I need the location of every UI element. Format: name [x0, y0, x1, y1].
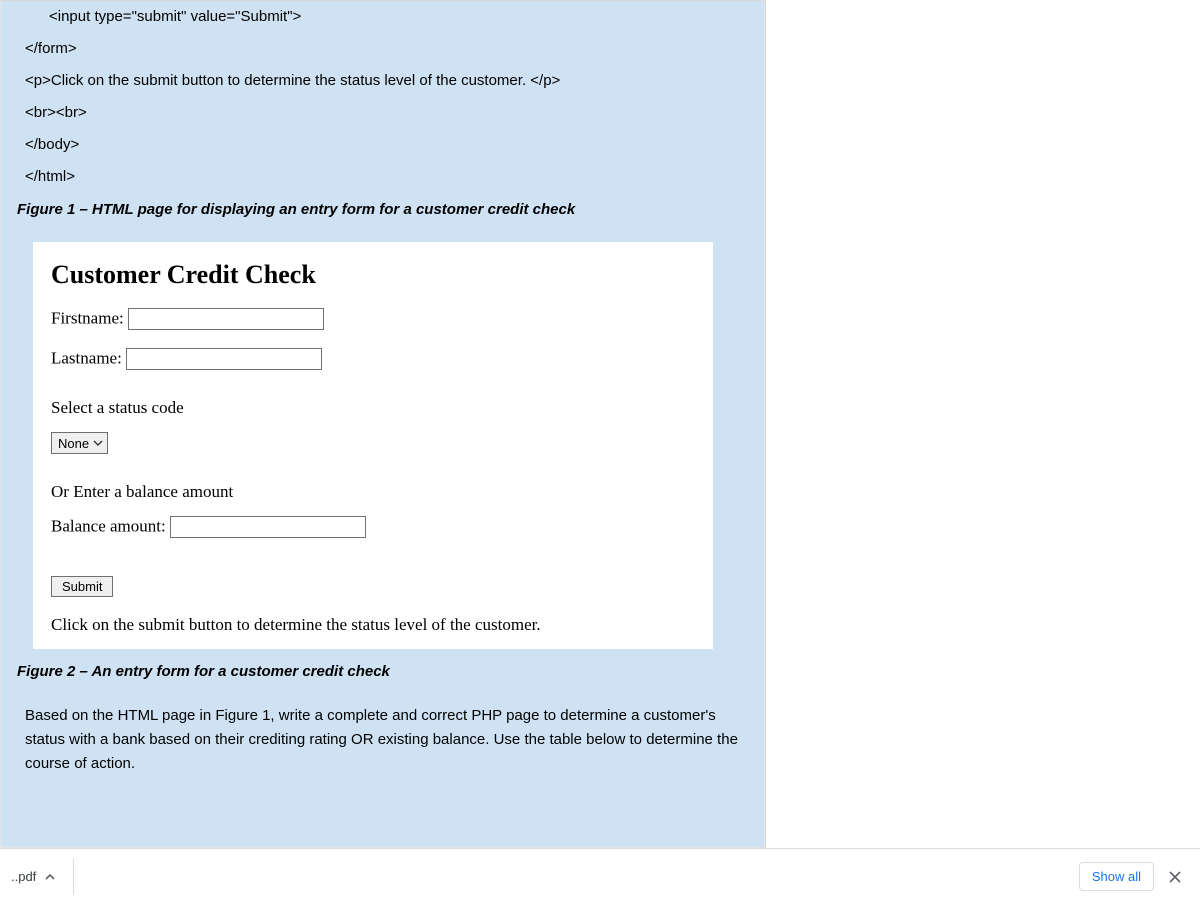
firstname-input[interactable]	[128, 308, 324, 330]
balance-input[interactable]	[170, 516, 366, 538]
document-column: <input type="submit" value="Submit"> </f…	[0, 0, 766, 848]
submit-button[interactable]: Submit	[51, 576, 113, 597]
show-all-button[interactable]: Show all	[1079, 862, 1154, 891]
lastname-input[interactable]	[126, 348, 322, 370]
select-caption: Select a status code	[51, 398, 695, 418]
figure2-caption: Figure 2 – An entry form for a customer …	[1, 655, 764, 680]
download-bar: ..pdf Show all	[0, 848, 1200, 904]
download-item[interactable]: ..pdf	[4, 859, 65, 895]
form-screenshot: Customer Credit Check Firstname: Lastnam…	[33, 242, 713, 649]
firstname-row: Firstname:	[51, 308, 695, 330]
figure1-caption: Figure 1 – HTML page for displaying an e…	[1, 193, 764, 218]
lastname-label: Lastname:	[51, 349, 122, 368]
code-line: </html>	[1, 161, 764, 193]
status-select-value: None	[58, 436, 89, 451]
question-paragraph: Based on the HTML page in Figure 1, writ…	[1, 680, 764, 776]
code-line: <br><br>	[1, 97, 764, 129]
form-heading: Customer Credit Check	[51, 260, 695, 290]
download-filename: ..pdf	[11, 869, 36, 884]
chevron-up-icon	[44, 872, 56, 882]
code-line: <input type="submit" value="Submit">	[1, 1, 764, 33]
code-snippet: <input type="submit" value="Submit"> </f…	[1, 1, 764, 193]
balance-row: Balance amount:	[51, 516, 695, 538]
code-line: </form>	[1, 33, 764, 65]
close-icon	[1168, 870, 1182, 884]
divider	[73, 859, 74, 895]
firstname-label: Firstname:	[51, 309, 124, 328]
close-button[interactable]	[1160, 864, 1190, 890]
balance-label: Balance amount:	[51, 517, 166, 536]
lastname-row: Lastname:	[51, 348, 695, 370]
code-line: <p>Click on the submit button to determi…	[1, 65, 764, 97]
chevron-down-icon	[93, 439, 103, 447]
right-empty-column	[766, 0, 1200, 848]
status-select[interactable]: None	[51, 432, 108, 454]
or-caption: Or Enter a balance amount	[51, 482, 695, 502]
content-area: <input type="submit" value="Submit"> </f…	[0, 0, 1200, 848]
question-box: <input type="submit" value="Submit"> </f…	[0, 1, 765, 848]
code-line: </body>	[1, 129, 764, 161]
form-instruction: Click on the submit button to determine …	[51, 615, 695, 635]
